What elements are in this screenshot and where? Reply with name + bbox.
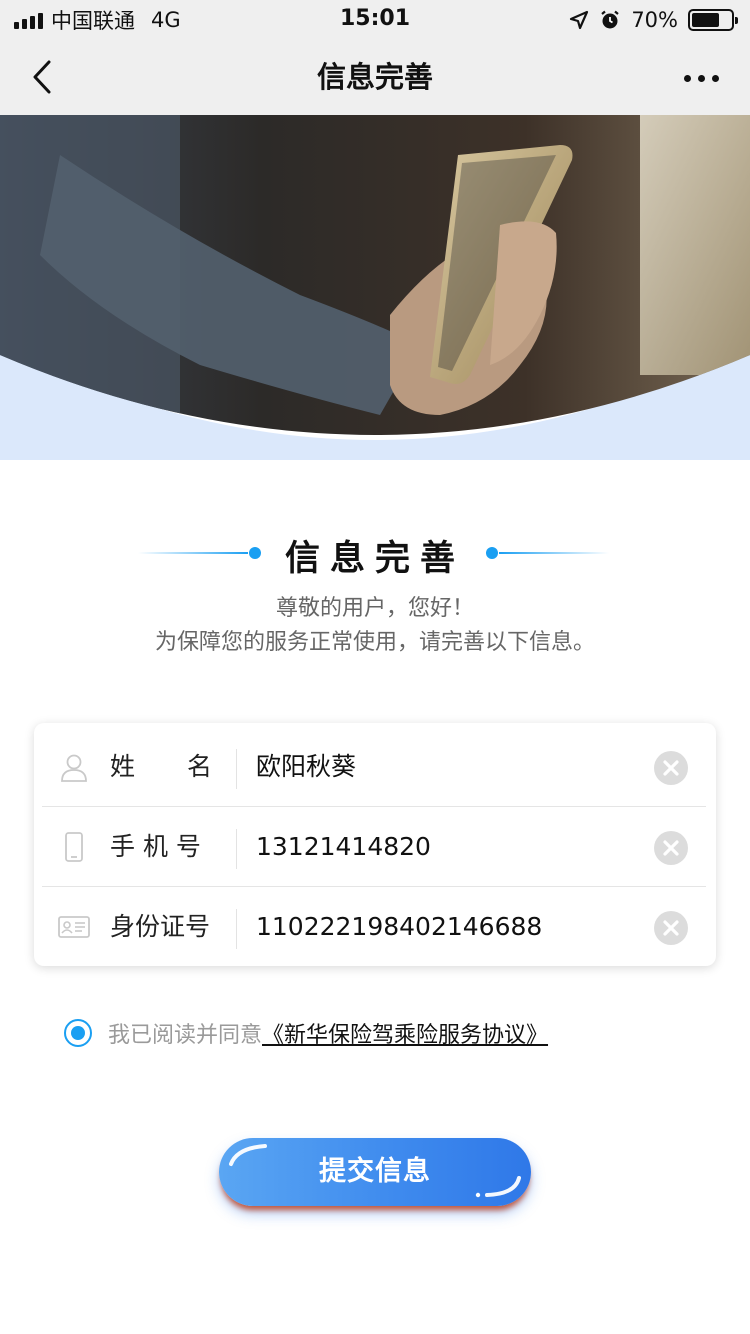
alarm-icon (601, 10, 620, 29)
battery-fill (692, 13, 719, 27)
banner-image (0, 115, 750, 460)
name-label: 姓 名 (110, 752, 212, 781)
close-icon (663, 920, 679, 936)
phone-icon (65, 832, 83, 862)
agreement-radio[interactable] (64, 1019, 92, 1047)
person-icon (61, 754, 87, 782)
row-divider (236, 909, 237, 949)
location-arrow-icon (570, 10, 589, 30)
clear-name-button[interactable] (654, 751, 688, 785)
submit-label: 提交信息 (319, 1156, 431, 1187)
heading-right-decoration (486, 547, 609, 559)
more-dots-icon (683, 74, 691, 82)
instruction-text: 为保障您的服务正常使用，请完善以下信息。 (154, 630, 595, 655)
agreement-row: 我已阅读并同意 《新华保险驾乘险服务协议》 (64, 1015, 548, 1051)
close-icon (663, 840, 679, 856)
phone-label: 手 机 号 (110, 832, 201, 861)
row-divider (236, 749, 237, 789)
close-icon (663, 760, 679, 776)
phone-input[interactable] (256, 807, 636, 887)
agreement-link[interactable]: 《新华保险驾乘险服务协议》 (262, 1017, 548, 1049)
section-title: 信息完善 (284, 539, 465, 579)
id-row: 身份证号 (42, 887, 706, 967)
section-heading: 信息完善 (0, 520, 750, 590)
name-row: 姓 名 (42, 727, 706, 807)
submit-button[interactable]: 提交信息 (219, 1138, 531, 1206)
id-card-icon (58, 916, 90, 938)
clear-phone-button[interactable] (654, 831, 688, 865)
more-button[interactable] (676, 58, 726, 98)
row-divider (236, 829, 237, 869)
name-input[interactable] (256, 727, 636, 807)
status-right: 70% (569, 6, 738, 34)
info-form: 姓 名 手 机 号 (34, 723, 716, 967)
id-input[interactable] (256, 887, 636, 967)
battery-percent: 70% (631, 8, 678, 32)
id-label: 身份证号 (110, 912, 211, 941)
phone-row: 手 机 号 (42, 807, 706, 887)
greeting-text: 尊敬的用户，您好！ (275, 596, 474, 621)
battery-icon (688, 9, 738, 31)
page-title: 信息完善 (316, 60, 433, 94)
clear-id-button[interactable] (654, 911, 688, 945)
banner-photo (0, 115, 750, 460)
agreement-text: 我已阅读并同意 (108, 1023, 263, 1048)
nav-bar: 信息完善 (0, 40, 750, 115)
status-bar: 中国联通 4G 15:01 70% (0, 0, 750, 40)
